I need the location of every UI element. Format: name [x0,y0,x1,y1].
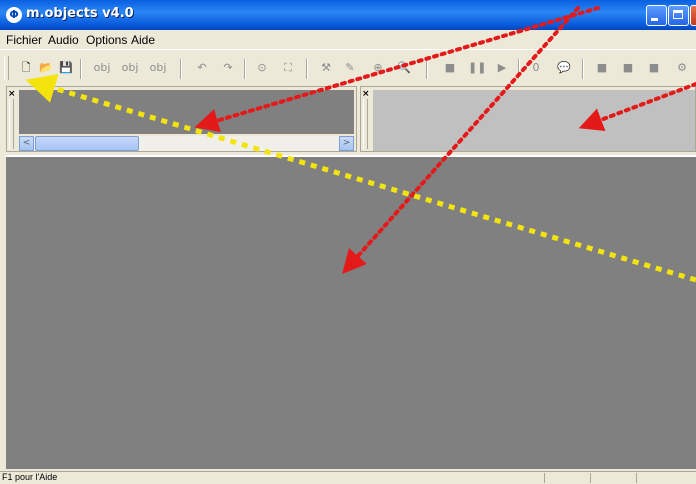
left-pane-grip[interactable] [9,99,14,149]
toolbar-separator [180,59,182,79]
left-pane: × < > [6,86,357,152]
left-pane-close-icon[interactable]: × [8,89,16,99]
right-pane-close-icon[interactable]: × [362,89,370,99]
window-title: m.objects v4.0 [26,6,134,21]
toolbar-grip[interactable] [4,56,9,80]
menu-audio[interactable]: Audio [48,33,79,47]
zoom-icon[interactable]: 🔍 [396,60,412,76]
remove-object-icon[interactable]: obj [146,60,170,76]
settings-icon[interactable]: ⚙ [674,60,690,76]
pause-icon[interactable]: ❚❚ [468,60,486,76]
pen-icon[interactable]: ✎ [342,60,358,76]
undo-icon[interactable]: ↶ [194,60,210,76]
stop-icon[interactable]: ■ [442,60,458,76]
status-cell [590,473,591,483]
status-bar: F1 pour l'Aide [0,471,696,484]
right-pane: × [360,86,696,152]
left-pane-content[interactable] [19,90,354,134]
maximize-button[interactable] [668,5,689,26]
counter-icon[interactable]: 0 [528,60,544,76]
minimize-button[interactable] [646,5,667,26]
menu-bar: Fichier Audio Options Aide [0,30,696,49]
horizontal-scrollbar[interactable]: < > [19,136,354,151]
block-end-icon[interactable]: ■ [646,60,662,76]
toolbar-separator [518,59,520,79]
scroll-right-button[interactable]: > [339,136,354,151]
toolbar-separator [306,59,308,79]
scroll-left-button[interactable]: < [19,136,34,151]
redo-icon[interactable]: ↷ [220,60,236,76]
block-mark-icon[interactable]: ■ [620,60,636,76]
close-button[interactable] [690,5,696,26]
status-text: F1 pour l'Aide [2,472,58,482]
menu-fichier[interactable]: Fichier [6,33,42,47]
toolbar-separator [244,59,246,79]
title-bar[interactable]: Φ m.objects v4.0 [0,0,696,30]
screen-icon[interactable]: ⛶ [280,60,296,76]
open-folder-icon[interactable]: 📂 [38,60,54,76]
add-object-icon[interactable]: obj [90,60,114,76]
app-icon[interactable]: Φ [6,7,22,23]
play-icon[interactable]: ▶ [494,60,510,76]
object-properties-icon[interactable]: obj [118,60,142,76]
cd-icon[interactable]: ⊙ [254,60,270,76]
menu-aide[interactable]: Aide [131,33,155,47]
new-file-icon[interactable]: 🗋 [18,60,34,76]
zoom-in-icon[interactable]: ⊕ [370,60,386,76]
main-workspace[interactable] [6,155,696,469]
right-pane-grip[interactable] [363,99,368,149]
toolbar-separator [582,59,584,79]
toolbar: 🗋 📂 💾 obj obj obj ↶ ↷ ⊙ ⛶ ⚒ ✎ ⊕ 🔍 ■ ❚❚ ▶… [0,49,696,87]
menu-options[interactable]: Options [86,33,127,47]
toolbar-separator [80,59,82,79]
right-pane-content[interactable] [373,90,695,151]
tool-icon[interactable]: ⚒ [318,60,334,76]
save-icon[interactable]: 💾 [58,60,74,76]
comment-icon[interactable]: 💬 [556,60,572,76]
scrollbar-thumb[interactable] [35,136,139,151]
status-cell [544,473,545,483]
block-icon[interactable]: ■ [594,60,610,76]
status-cell [636,473,637,483]
toolbar-separator [426,59,428,79]
